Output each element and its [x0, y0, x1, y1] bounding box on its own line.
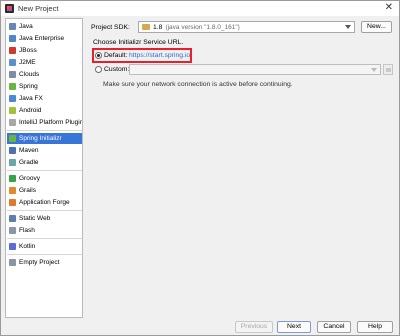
sidebar-item-application-forge[interactable]: Application Forge: [7, 197, 82, 208]
sidebar-item-groovy[interactable]: Groovy: [7, 173, 82, 184]
previous-button[interactable]: Previous: [235, 321, 273, 333]
sdk-detail: (java version "1.8.0_161"): [165, 23, 240, 31]
sidebar-item-label: Static Web: [19, 215, 51, 222]
sidebar-item-gradle[interactable]: Gradle: [7, 157, 82, 168]
clouds-icon: [9, 71, 16, 78]
sidebar-item-java-enterprise[interactable]: Java Enterprise: [7, 33, 82, 44]
next-button[interactable]: Next: [277, 321, 311, 333]
sidebar-item-clouds[interactable]: Clouds: [7, 69, 82, 80]
new-project-dialog: New Project ✕ Java Java Enterprise JBoss J2…: [0, 0, 400, 336]
window-title: New Project: [18, 4, 59, 13]
sidebar-item-label: J2ME: [19, 59, 36, 66]
gradle-icon: [9, 159, 16, 166]
intellij-plugin-icon: [9, 119, 16, 126]
sidebar-item-kotlin[interactable]: Kotlin: [7, 241, 82, 252]
java-icon: [9, 23, 16, 30]
empty-project-icon: [9, 259, 16, 266]
sidebar-item-label: Grails: [19, 187, 36, 194]
custom-url-input[interactable]: [129, 64, 381, 75]
flash-icon: [9, 227, 16, 234]
sidebar-item-spring[interactable]: Spring: [7, 81, 82, 92]
javafx-icon: [9, 95, 16, 102]
sidebar-item-label: Android: [19, 107, 42, 114]
default-radio[interactable]: [95, 52, 102, 59]
sidebar-item-javafx[interactable]: Java FX: [7, 93, 82, 104]
sidebar-separator: [7, 238, 82, 239]
grails-icon: [9, 187, 16, 194]
sidebar-item-grails[interactable]: Grails: [7, 185, 82, 196]
sidebar-item-maven[interactable]: Maven: [7, 145, 82, 156]
sidebar-item-android[interactable]: Android: [7, 105, 82, 116]
sidebar-item-label: Clouds: [19, 71, 40, 78]
sidebar-item-label: Spring Initializr: [19, 135, 62, 142]
java-enterprise-icon: [9, 35, 16, 42]
sidebar-item-label: Kotlin: [19, 243, 36, 250]
project-sdk-select[interactable]: 1.8 (java version "1.8.0_161"): [138, 21, 355, 33]
sidebar-item-label: Groovy: [19, 175, 40, 182]
groovy-icon: [9, 175, 16, 182]
j2me-icon: [9, 59, 16, 66]
browse-folder-icon[interactable]: [383, 64, 393, 75]
sidebar-separator: [7, 254, 82, 255]
sidebar-item-static-web[interactable]: Static Web: [7, 213, 82, 224]
sidebar-item-label: Application Forge: [19, 199, 70, 206]
sidebar-item-flash[interactable]: Flash: [7, 225, 82, 236]
network-note: Make sure your network connection is act…: [103, 81, 293, 88]
intellij-app-icon: [5, 4, 14, 13]
sidebar-item-label: Maven: [19, 147, 39, 154]
new-sdk-button[interactable]: New...: [361, 21, 392, 33]
sidebar-separator: [7, 210, 82, 211]
sidebar-item-empty-project[interactable]: Empty Project: [7, 257, 82, 268]
sidebar-item-j2me[interactable]: J2ME: [7, 57, 82, 68]
sidebar-separator: [7, 130, 82, 131]
sdk-version: 1.8: [153, 23, 163, 31]
sdk-folder-icon: [142, 24, 150, 30]
sidebar-item-java[interactable]: Java: [7, 21, 82, 32]
sidebar-item-label: Spring: [19, 83, 38, 90]
static-web-icon: [9, 215, 16, 222]
jboss-icon: [9, 47, 16, 54]
kotlin-icon: [9, 243, 16, 250]
maven-icon: [9, 147, 16, 154]
sidebar-item-label: Flash: [19, 227, 35, 234]
default-url-link[interactable]: https://start.spring.io: [129, 52, 190, 59]
title-bar: New Project ✕: [1, 1, 399, 16]
project-type-list: Java Java Enterprise JBoss J2ME Clouds Spring…: [5, 18, 83, 318]
choose-service-url-label: Choose Initializr Service URL.: [93, 39, 184, 46]
sidebar-item-label: Java: [19, 23, 33, 30]
spring-initializr-icon: [9, 135, 16, 142]
sidebar-separator: [7, 170, 82, 171]
spring-icon: [9, 83, 16, 90]
sidebar-item-label: Gradle: [19, 159, 39, 166]
chevron-down-icon[interactable]: [371, 68, 377, 72]
sidebar-item-label: IntelliJ Platform Plugin: [19, 119, 83, 126]
custom-radio[interactable]: [95, 66, 102, 73]
sidebar-item-label: Java FX: [19, 95, 43, 102]
sidebar-item-jboss[interactable]: JBoss: [7, 45, 82, 56]
project-sdk-label: Project SDK:: [91, 24, 130, 31]
sidebar-item-label: Empty Project: [19, 259, 60, 266]
cancel-button[interactable]: Cancel: [317, 321, 351, 333]
android-icon: [9, 107, 16, 114]
close-icon[interactable]: ✕: [385, 3, 393, 13]
help-button[interactable]: Help: [357, 321, 393, 333]
sidebar-item-spring-initializr[interactable]: Spring Initializr: [7, 133, 82, 144]
default-label: Default:: [104, 52, 128, 59]
sidebar-item-label: Java Enterprise: [19, 35, 65, 42]
custom-label: Custom:: [104, 66, 130, 73]
application-forge-icon: [9, 199, 16, 206]
sidebar-item-intellij-plugin[interactable]: IntelliJ Platform Plugin: [7, 117, 82, 128]
sidebar-item-label: JBoss: [19, 47, 37, 54]
chevron-down-icon[interactable]: [345, 25, 351, 29]
